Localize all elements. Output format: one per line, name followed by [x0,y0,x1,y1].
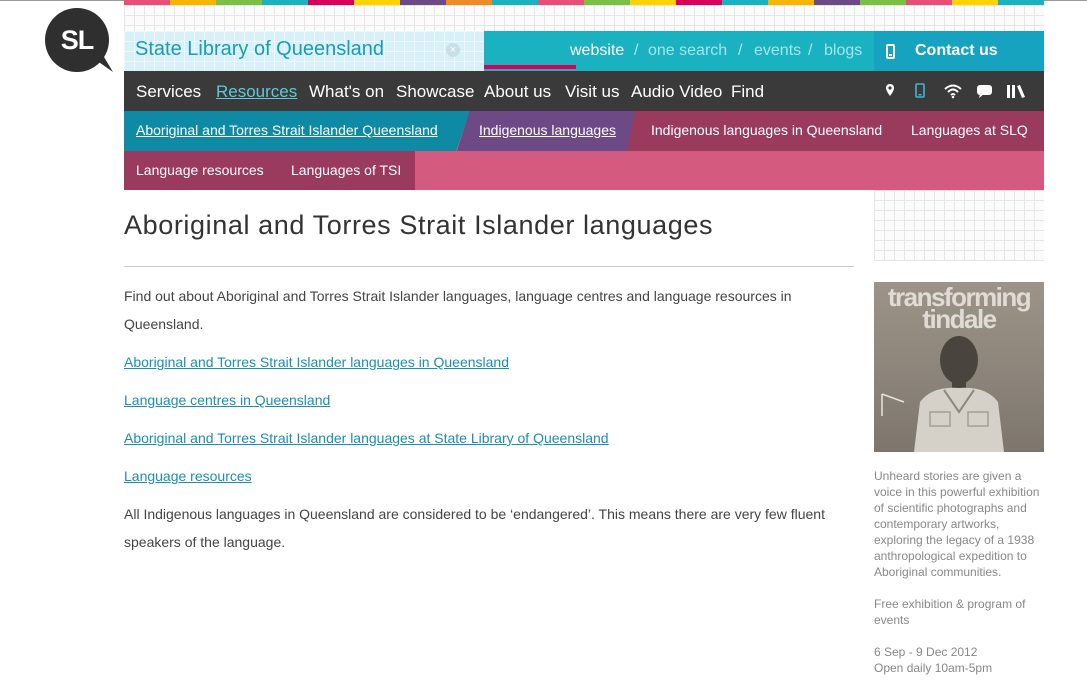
intro-paragraph: Find out about Aboriginal and Torres Str… [124,288,792,332]
logo-text: SL [60,24,95,55]
nav-showcase[interactable]: Showcase [396,82,474,102]
map-pin-icon[interactable] [885,83,895,99]
promo-hours: Open daily 10am-5pm [874,661,993,675]
site-header: State Library of Queensland × website / … [124,31,1044,71]
nav-whats-on[interactable]: What's on [309,82,384,102]
nav-resources[interactable]: Resources [216,82,297,102]
subnav-indigenous-languages-qld[interactable]: Indigenous languages in Queensland [651,122,882,138]
tab-separator: / [738,42,743,59]
portrait-photo-icon [881,336,1004,452]
subnav-languages-of-tsi[interactable]: Languages of TSI [291,162,401,178]
promo-description: Unheard stories are given a voice in thi… [874,469,1040,579]
mobile-icon[interactable] [915,83,925,99]
nav-audio-video[interactable]: Audio Video [631,82,722,102]
clear-search-icon[interactable]: × [446,43,460,57]
link-atsi-languages-qld[interactable]: Aboriginal and Torres Strait Islander la… [124,354,509,370]
mobile-phone-icon [886,44,895,59]
contact-us-label: Contact us [915,42,998,59]
page-title: Aboriginal and Torres Strait Islander la… [124,210,714,240]
link-language-centres[interactable]: Language centres in Queensland [124,392,330,408]
tab-one-search[interactable]: one search [648,42,727,60]
subnav-language-resources[interactable]: Language resources [136,162,264,178]
tab-separator: / [634,42,639,59]
decorative-grid [124,5,1044,31]
link-language-resources[interactable]: Language resources [124,468,252,484]
tab-separator: / [808,42,813,59]
subnav-languages-at-slq[interactable]: Languages at SLQ [911,122,1028,138]
nav-visit-us[interactable]: Visit us [565,82,620,102]
nav-about-us[interactable]: About us [484,82,551,102]
site-logo[interactable]: SL [45,8,113,72]
subnav-indigenous-languages[interactable]: Indigenous languages [479,122,616,138]
tab-website[interactable]: website [570,42,624,60]
main-navigation: Services Resources What's on Showcase Ab… [124,71,1044,111]
tab-blogs[interactable]: blogs [824,42,862,60]
sidebar-decorative-grid [874,190,1044,261]
active-tab-indicator [484,65,576,69]
exhibition-promo-image[interactable]: transforming tindale [874,282,1044,452]
endangered-note: All Indigenous languages in Queensland a… [124,506,825,550]
sub-navigation: Aboriginal and Torres Strait Islander Qu… [124,111,1044,151]
wifi-icon[interactable] [943,83,963,99]
tab-events[interactable]: events [754,42,801,60]
search-scope-tabs: website / one search / events / blogs [484,31,874,71]
promo-free-text: Free exhibition & program of events [874,597,1026,627]
site-title-box: State Library of Queensland × [124,31,484,71]
nav-services[interactable]: Services [136,82,201,102]
subnav-atsi-queensland[interactable]: Aboriginal and Torres Strait Islander Qu… [136,122,438,138]
promo-dates: 6 Sep - 9 Dec 2012 [874,645,978,659]
nav-find[interactable]: Find [731,82,764,102]
sub-navigation-row-2: Language resources Languages of TSI [124,151,1044,190]
site-title[interactable]: State Library of Queensland [135,38,384,61]
chat-icon[interactable] [976,83,993,99]
title-divider [124,266,854,267]
library-books-icon[interactable] [1006,83,1028,99]
link-atsi-languages-slq[interactable]: Aboriginal and Torres Strait Islander la… [124,430,609,446]
contact-us-button[interactable]: Contact us [874,31,1044,71]
